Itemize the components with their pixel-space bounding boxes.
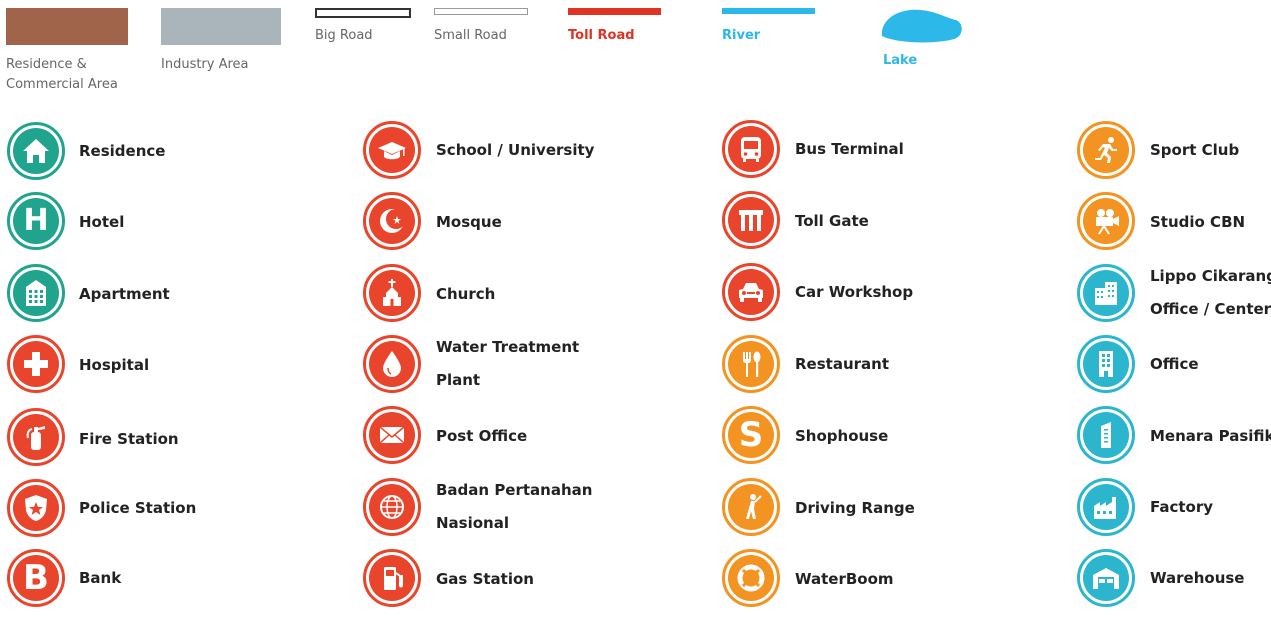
hospital-icon — [7, 335, 65, 393]
factory-icon — [1077, 478, 1135, 536]
legend-label-menara-pasifik: Menara Pasifik — [1150, 427, 1271, 445]
toll-gate-icon — [722, 191, 780, 249]
legend-label-mosque: Mosque — [436, 213, 502, 231]
legend-label-shophouse: Shophouse — [795, 427, 889, 445]
fuel-pump-icon — [363, 549, 421, 607]
shophouse-icon: S — [722, 406, 780, 464]
legend-label-bus-terminal: Bus Terminal — [795, 140, 904, 158]
small-road-label: Small Road — [434, 28, 507, 43]
legend-label-apartment: Apartment — [79, 285, 170, 303]
legend-label-sport-club: Sport Club — [1150, 141, 1240, 159]
warehouse-icon — [1077, 549, 1135, 607]
church-icon — [363, 264, 421, 322]
legend-label-hotel: Hotel — [79, 213, 125, 231]
legend-label-bank: Bank — [79, 569, 122, 587]
residence-area-label-line2: Commercial Area — [6, 77, 118, 92]
tower-icon — [1077, 335, 1135, 393]
small-road-swatch — [434, 8, 528, 15]
office-building-icon — [1077, 264, 1135, 322]
legend-label-studio-cbn: Studio CBN — [1150, 213, 1246, 231]
river-label: River — [722, 28, 761, 43]
hotel-icon: H — [7, 192, 65, 250]
toll-road-swatch — [568, 8, 661, 15]
legend-label-office: Office — [1150, 355, 1199, 373]
big-road-label: Big Road — [315, 28, 373, 43]
legend-label-gas-station: Gas Station — [436, 570, 534, 588]
industry-area-swatch — [161, 8, 281, 45]
legend-label-water-treatment-line2: Plant — [436, 371, 481, 389]
legend-label-restaurant: Restaurant — [795, 355, 889, 373]
legend-label-factory: Factory — [1150, 498, 1214, 516]
legend-label-toll-gate: Toll Gate — [795, 212, 869, 230]
bus-icon — [722, 120, 780, 178]
legend-label-driving-range: Driving Range — [795, 499, 915, 517]
legend-label-school-university: School / University — [436, 141, 595, 159]
skyscraper-icon — [1077, 406, 1135, 464]
lake-swatch — [881, 9, 962, 43]
lake-label: Lake — [883, 53, 918, 68]
water-drop-icon — [363, 335, 421, 393]
legend-label-police-station: Police Station — [79, 499, 197, 517]
legend-label-car-workshop: Car Workshop — [795, 283, 914, 301]
legend-label-badan-pertanahan: Badan Pertanahan — [436, 481, 593, 499]
legend-label-lippo-cikarang: Lippo Cikarang — [1150, 267, 1271, 285]
big-road-swatch — [315, 8, 411, 18]
runner-icon — [1077, 121, 1135, 179]
legend-label-post-office: Post Office — [436, 427, 528, 445]
globe-icon — [363, 478, 421, 536]
legend-label-badan-pertanahan-line2: Nasional — [436, 514, 509, 532]
river-swatch — [722, 8, 815, 14]
apartment-icon — [7, 264, 65, 322]
movie-camera-icon — [1077, 192, 1135, 250]
lifebuoy-icon — [722, 549, 780, 607]
fire-extinguisher-icon — [7, 408, 65, 466]
graduation-cap-icon — [363, 121, 421, 179]
legend-label-residence: Residence — [79, 142, 166, 160]
bank-icon: B — [7, 549, 65, 607]
legend-label-waterboom: WaterBoom — [795, 570, 894, 588]
legend-label-fire-station: Fire Station — [79, 430, 179, 448]
house-icon — [7, 122, 65, 180]
golfer-icon — [722, 478, 780, 536]
envelope-icon — [363, 406, 421, 464]
legend-label-warehouse: Warehouse — [1150, 569, 1245, 587]
fork-spoon-icon — [722, 335, 780, 393]
legend-label-hospital: Hospital — [79, 356, 150, 374]
car-icon — [722, 263, 780, 321]
toll-road-label: Toll Road — [568, 28, 635, 43]
crescent-star-icon — [363, 192, 421, 250]
legend-label-lippo-cikarang-line2: Office / Center — [1150, 300, 1271, 318]
residence-area-label-line1: Residence & — [6, 57, 87, 72]
legend-label-water-treatment: Water Treatment — [436, 338, 580, 356]
police-badge-icon — [7, 479, 65, 537]
legend-label-church: Church — [436, 285, 496, 303]
industry-area-label: Industry Area — [161, 57, 249, 72]
residence-area-swatch — [6, 8, 128, 45]
